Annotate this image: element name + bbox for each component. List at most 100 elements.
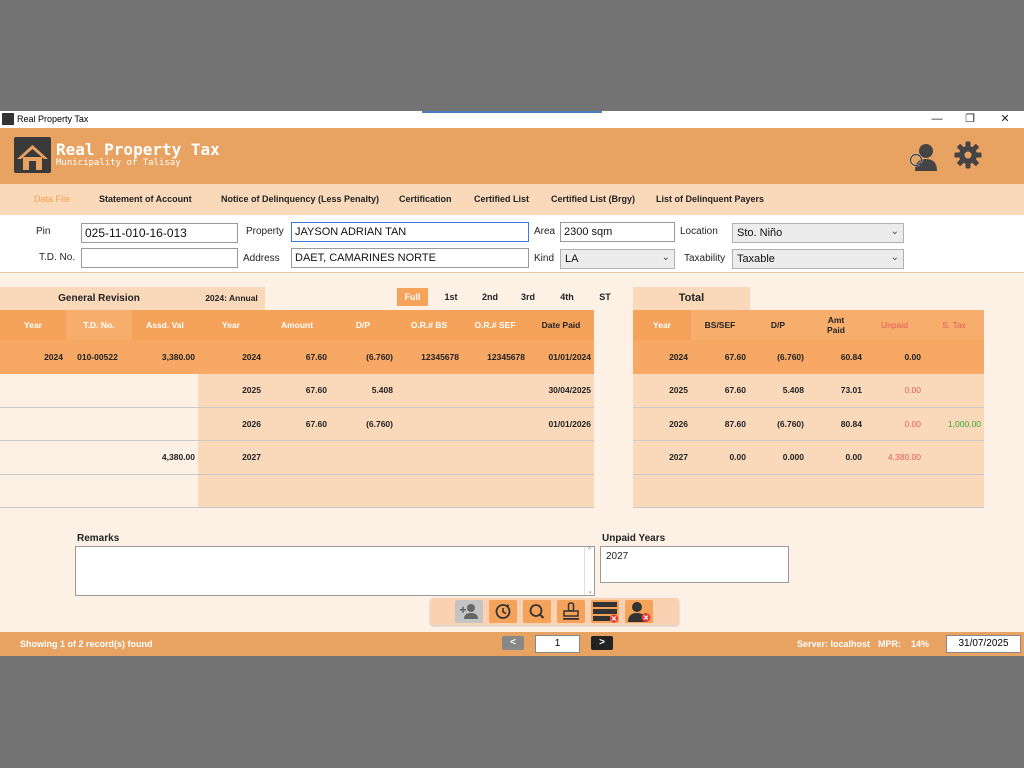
kind-select-value: LA bbox=[565, 253, 579, 265]
table-row[interactable]: 2024 67.60 (6.760) 60.84 0.00 bbox=[633, 340, 984, 374]
table-row[interactable]: 2027 bbox=[198, 440, 594, 475]
menu-notice-of-delinquency[interactable]: Notice of Delinquency (Less Penalty) bbox=[221, 194, 379, 204]
history-icon[interactable] bbox=[489, 600, 517, 623]
scroll-down-icon[interactable]: ⌄ bbox=[585, 587, 595, 595]
property-field[interactable]: JAYSON ADRIAN TAN bbox=[291, 222, 529, 242]
period-4th-tab[interactable]: 4th bbox=[554, 288, 580, 306]
column-header[interactable]: BS/SEF bbox=[691, 310, 749, 340]
column-header[interactable]: Date Paid bbox=[528, 310, 594, 340]
table-row[interactable]: 4,380.00 bbox=[0, 440, 198, 475]
payments-table: Year Amount D/P O.R.# BS O.R.# SEF Date … bbox=[198, 310, 594, 508]
column-header[interactable]: Year bbox=[633, 310, 691, 340]
table-row[interactable]: 2026 87.60 (6.760) 80.84 0.00 1,000.00 bbox=[633, 407, 984, 441]
table-cell bbox=[132, 474, 198, 508]
user-search-icon[interactable] bbox=[906, 142, 940, 172]
mpr-label: MPR: bbox=[878, 639, 901, 649]
add-user-icon[interactable] bbox=[455, 600, 483, 623]
table-row[interactable] bbox=[633, 474, 984, 508]
page-number-field[interactable]: 1 bbox=[535, 635, 580, 653]
period-1st-tab[interactable]: 1st bbox=[438, 288, 464, 306]
next-page-button[interactable]: > bbox=[591, 636, 613, 650]
table-cell bbox=[462, 474, 528, 508]
table-cell bbox=[807, 474, 865, 508]
menu-certification[interactable]: Certification bbox=[399, 194, 452, 204]
table-row[interactable] bbox=[0, 474, 198, 508]
table-row[interactable]: 2025 67.60 5.408 73.01 0.00 bbox=[633, 373, 984, 408]
menu-certified-list[interactable]: Certified List bbox=[474, 194, 529, 204]
table-cell: 2027 bbox=[198, 440, 264, 475]
close-button[interactable]: ✕ bbox=[990, 111, 1020, 128]
menu-certified-list-brgy[interactable]: Certified List (Brgy) bbox=[551, 194, 635, 204]
table-cell: (6.760) bbox=[749, 340, 807, 374]
chevron-down-icon: ⌄ bbox=[661, 252, 670, 263]
column-header[interactable]: D/P bbox=[330, 310, 396, 340]
table-cell bbox=[396, 440, 462, 475]
unpaid-years-field[interactable]: 2027 bbox=[600, 546, 789, 583]
scroll-up-icon[interactable]: ^ bbox=[585, 547, 594, 554]
column-header[interactable]: D/P bbox=[749, 310, 807, 340]
column-header[interactable]: O.R.# SEF bbox=[462, 310, 528, 340]
column-header[interactable]: Year bbox=[198, 310, 264, 340]
table-row[interactable] bbox=[198, 474, 594, 508]
search-icon[interactable] bbox=[523, 600, 551, 623]
table-row[interactable] bbox=[0, 407, 198, 441]
column-header[interactable]: Assd. Val bbox=[132, 310, 198, 340]
app-header: Real Property Tax Municipality of Talisa… bbox=[0, 128, 1024, 184]
remarks-textarea[interactable]: ^ ⌄ bbox=[75, 546, 595, 596]
stamp-icon[interactable] bbox=[557, 600, 585, 623]
table-cell bbox=[396, 407, 462, 441]
period-2nd-tab[interactable]: 2nd bbox=[477, 288, 503, 306]
column-header[interactable]: Year bbox=[0, 310, 66, 340]
restore-button[interactable]: ❐ bbox=[955, 111, 985, 128]
location-select[interactable]: Sto. Niño ⌄ bbox=[732, 223, 904, 243]
column-header[interactable]: T.D. No. bbox=[66, 310, 132, 340]
column-header[interactable]: O.R.# BS bbox=[396, 310, 462, 340]
menu-delinquent-payers[interactable]: List of Delinquent Payers bbox=[656, 194, 764, 204]
table-row[interactable]: 2025 67.60 5.408 30/04/2025 bbox=[198, 373, 594, 408]
column-header[interactable]: Amount bbox=[264, 310, 330, 340]
focus-accent-line bbox=[422, 111, 602, 113]
table-cell bbox=[66, 474, 132, 508]
table-row[interactable]: 2024 67.60 (6.760) 12345678 12345678 01/… bbox=[198, 340, 594, 374]
period-3rd-tab[interactable]: 3rd bbox=[515, 288, 541, 306]
app-window: Real Property Tax — ❐ ✕ Real Property Ta… bbox=[0, 111, 1024, 656]
pin-field[interactable]: 025-11-010-16-013 bbox=[81, 223, 238, 243]
menu-data-file[interactable]: Data File bbox=[34, 194, 70, 204]
gear-icon[interactable] bbox=[953, 140, 983, 170]
table-row[interactable]: 2024 010-00522 3,380.00 bbox=[0, 340, 198, 374]
table-cell: 4,380.00 bbox=[132, 440, 198, 475]
delete-user-icon[interactable] bbox=[625, 600, 653, 623]
general-revision-title: General Revision bbox=[58, 293, 140, 304]
minimize-button[interactable]: — bbox=[922, 111, 952, 128]
menu-statement-of-account[interactable]: Statement of Account bbox=[99, 194, 192, 204]
table-cell: 2024 bbox=[633, 340, 691, 374]
kind-select[interactable]: LA ⌄ bbox=[560, 249, 675, 269]
table-row[interactable]: 2026 67.60 (6.760) 01/01/2026 bbox=[198, 407, 594, 441]
period-st-tab[interactable]: ST bbox=[592, 288, 618, 306]
table-cell bbox=[528, 440, 594, 475]
table-cell bbox=[462, 407, 528, 441]
column-header[interactable]: S. Tax bbox=[924, 310, 984, 340]
table-header-row: Year Amount D/P O.R.# BS O.R.# SEF Date … bbox=[198, 310, 594, 340]
location-select-value: Sto. Niño bbox=[737, 227, 783, 239]
table-row[interactable]: 2027 0.00 0.000 0.00 4,380.00 bbox=[633, 440, 984, 475]
tax-grids: General Revision 2024: Annual Total Full… bbox=[0, 287, 1024, 527]
taxability-select[interactable]: Taxable ⌄ bbox=[732, 249, 904, 269]
table-cell: 1,000.00 bbox=[924, 407, 984, 441]
table-header-row: Year T.D. No. Assd. Val bbox=[0, 310, 198, 340]
date-field[interactable]: 31/07/2025 bbox=[946, 635, 1021, 653]
delete-records-icon[interactable] bbox=[591, 600, 619, 623]
menu-bar: Data File Statement of Account Notice of… bbox=[0, 184, 1024, 215]
table-row[interactable] bbox=[0, 373, 198, 408]
payment-schedule-tab[interactable]: 2024: Annual bbox=[198, 287, 265, 310]
house-logo-icon bbox=[14, 137, 51, 173]
td-no-field[interactable] bbox=[81, 248, 238, 268]
column-header[interactable]: Amt Paid bbox=[807, 310, 865, 340]
period-full-tab[interactable]: Full bbox=[397, 288, 428, 306]
address-field[interactable]: DAET, CAMARINES NORTE bbox=[291, 248, 529, 268]
table-cell bbox=[0, 440, 66, 475]
column-header[interactable]: Unpaid bbox=[865, 310, 924, 340]
remarks-scrollbar[interactable]: ^ ⌄ bbox=[584, 547, 594, 595]
prev-page-button[interactable]: < bbox=[502, 636, 524, 650]
area-field[interactable]: 2300 sqm bbox=[560, 222, 675, 242]
